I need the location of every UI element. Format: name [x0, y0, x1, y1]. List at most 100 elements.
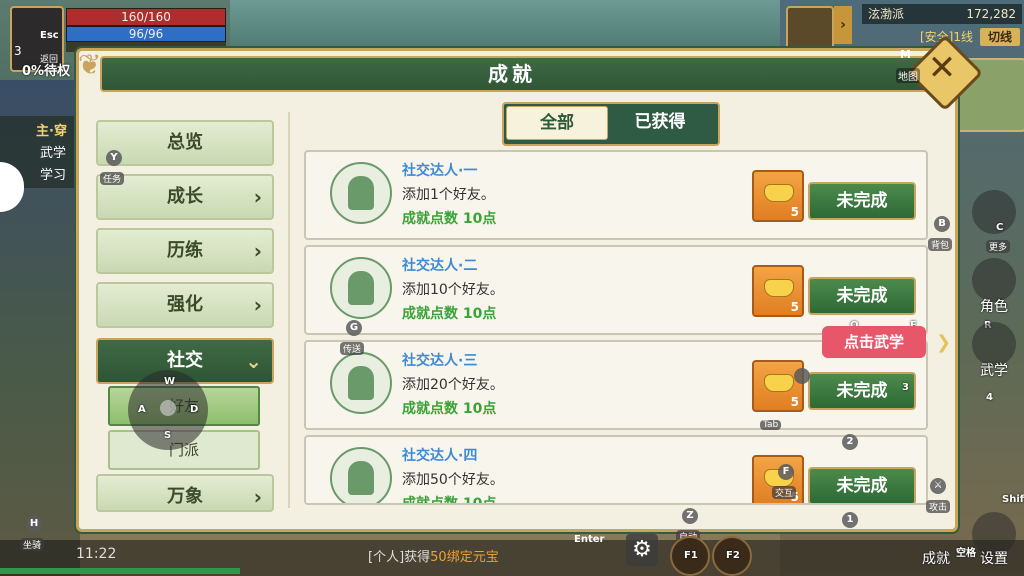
achievement-points: 成就点数 10点 — [402, 306, 497, 322]
clock: 11:22 — [76, 546, 117, 562]
status-button[interactable]: 未完成 — [808, 277, 916, 315]
key-hint-2: 2 — [842, 434, 858, 450]
mp-bar: 96/96 — [66, 26, 226, 42]
reward-count: 5 — [790, 205, 799, 219]
key-hint-g: G — [346, 320, 362, 336]
figure-silhouette — [348, 271, 374, 305]
nav-label: 成长 — [167, 186, 203, 207]
achievement-desc: 添加20个好友。 — [402, 377, 504, 393]
key-hint-f: F — [778, 464, 794, 480]
chevron-right-icon: › — [253, 185, 262, 209]
achievement-card: 社交达人·二 添加10个好友。 成就点数 10点 5 未完成 — [304, 245, 928, 335]
key-hint-b: B — [934, 216, 950, 232]
bag-label[interactable]: 背包 — [928, 238, 953, 251]
chat-settings-gear-icon[interactable]: ⚙ — [626, 534, 658, 566]
settings-label[interactable]: 设置 — [980, 548, 1008, 568]
tab-key-hint: Tab — [760, 420, 782, 430]
ingot-shape — [764, 184, 794, 202]
health-line — [0, 568, 240, 574]
reward-count: 5 — [790, 300, 799, 314]
download-button[interactable] — [786, 6, 834, 50]
chevron-right-icon: › — [253, 239, 262, 263]
key-hint-4: 4 — [986, 392, 993, 403]
key-hint-3: 3 — [902, 382, 909, 393]
nav-wanxiang[interactable]: 万象 › — [96, 474, 274, 512]
nav-label: 社交 — [167, 350, 203, 371]
achievement-figure-icon — [330, 162, 392, 224]
space-key-hint: 空格 — [956, 548, 976, 559]
background-rooftops — [230, 0, 790, 50]
switch-line-button[interactable]: 切线 — [980, 28, 1020, 46]
reward-ingot-icon[interactable]: 5 — [752, 265, 804, 317]
expand-arrow-icon[interactable]: › — [834, 6, 852, 44]
reward-ingot-icon[interactable]: 5 — [752, 360, 804, 412]
esc-key-hint: Esc — [40, 30, 59, 41]
enter-key-hint: Enter — [574, 534, 605, 545]
key-hint-1: 1 — [842, 512, 858, 528]
joystick-knob[interactable] — [160, 400, 176, 416]
achievement-card: 社交达人·四 添加50个好友。 成就点数 10点 5 未完成 — [304, 435, 928, 505]
achievement-figure-icon — [330, 447, 392, 503]
status-button[interactable]: 未完成 — [808, 182, 916, 220]
wuxue-label[interactable]: 武学 — [980, 360, 1008, 380]
more-icon[interactable] — [972, 190, 1016, 234]
achievement-desc: 添加50个好友。 — [402, 472, 504, 488]
achievement-title: 社交达人·四 — [402, 448, 478, 464]
chat-message[interactable]: [个人]获得50绑定元宝 — [368, 546, 499, 565]
tab-all[interactable]: 全部 — [506, 106, 608, 140]
key-hint-a: A — [138, 404, 146, 415]
key-hint-y: Y — [106, 150, 122, 166]
status-button[interactable]: 未完成 — [808, 372, 916, 410]
figure-silhouette — [348, 461, 374, 495]
reward-count: 5 — [790, 395, 799, 409]
server-info: 泫渤派 172,282 — [862, 4, 1022, 24]
achievement-points: 成就点数 10点 — [402, 211, 497, 227]
nav-divider — [288, 112, 290, 508]
attack-label[interactable]: 攻击 — [926, 500, 951, 513]
map-key-hint: M — [900, 48, 911, 61]
achievement-title: 社交达人·二 — [402, 258, 478, 274]
quest-line-2: 学习 — [40, 168, 67, 183]
tab-obtained[interactable]: 已获得 — [610, 106, 710, 138]
more-label[interactable]: 更多 — [986, 240, 1011, 253]
nav-label: 强化 — [167, 294, 203, 315]
close-icon[interactable]: ✕ — [918, 44, 966, 92]
achievement-title: 社交达人·一 — [402, 163, 478, 179]
key-hint-d: D — [190, 404, 199, 415]
reward-ingot-icon[interactable]: 5 — [752, 170, 804, 222]
achievement-title: 社交达人·三 — [402, 353, 478, 369]
chat-highlight: 50绑定元宝 — [430, 550, 499, 565]
hp-bar: 160/160 — [66, 8, 226, 26]
attack-icon[interactable]: ⚔ — [930, 478, 946, 494]
achievement-figure-icon — [330, 257, 392, 319]
chevron-right-icon: › — [253, 293, 262, 317]
achievement-menu-label[interactable]: 成就 — [922, 548, 950, 568]
modal-title: 成就 — [488, 62, 536, 86]
click-wuxue-tooltip[interactable]: 点击武学 — [822, 326, 926, 358]
f1-key-hint: F1 — [684, 550, 698, 561]
nav-experience[interactable]: 历练 › — [96, 228, 274, 274]
role-label[interactable]: 角色 — [980, 296, 1008, 316]
server-name: 泫渤派 — [868, 7, 905, 21]
nav-label: 万象 — [167, 486, 203, 507]
interact-label[interactable]: 交互 — [772, 486, 797, 499]
server-number: 172,282 — [966, 7, 1016, 21]
chat-prefix: [个人]获得 — [368, 550, 431, 565]
task-label[interactable]: 任务 — [100, 172, 125, 185]
exp-text: 0%待权 — [22, 64, 71, 79]
ornament-icon: ❦ — [78, 48, 102, 81]
achievement-card: 社交达人·一 添加1个好友。 成就点数 10点 5 未完成 — [304, 150, 928, 240]
key-hint-w: W — [164, 376, 176, 387]
teleport-label[interactable]: 传送 — [340, 342, 365, 355]
nav-strengthen[interactable]: 强化 › — [96, 282, 274, 328]
quest-line-1: 武学 — [40, 146, 67, 161]
achievement-points: 成就点数 10点 — [402, 401, 497, 417]
achievement-points: 成就点数 10点 — [402, 496, 497, 505]
nav-overview[interactable]: 总览 — [96, 120, 274, 166]
map-label[interactable]: 地图 — [896, 68, 920, 83]
nav-label: 总览 — [167, 132, 203, 153]
key-hint-h: H — [26, 516, 42, 532]
mount-label[interactable]: 坐骑 — [20, 538, 45, 551]
status-button[interactable]: 未完成 — [808, 467, 916, 503]
nav-label: 历练 — [167, 240, 203, 261]
